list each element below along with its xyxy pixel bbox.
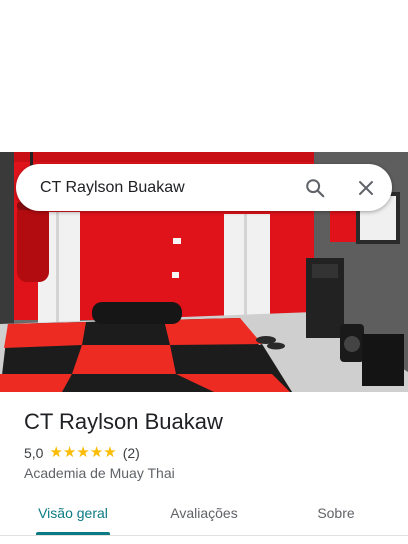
rating-value: 5,0 bbox=[24, 445, 44, 461]
search-bar[interactable]: CT Raylson Buakaw bbox=[16, 164, 392, 211]
tab-overview[interactable]: Visão geral bbox=[34, 490, 112, 534]
search-query-text[interactable]: CT Raylson Buakaw bbox=[40, 164, 185, 211]
close-icon[interactable] bbox=[353, 175, 379, 201]
rating-stars: ★ ★ ★ ★ ★ bbox=[49, 445, 116, 461]
review-count[interactable]: (2) bbox=[123, 445, 140, 461]
star-icon: ★ bbox=[76, 444, 90, 461]
tab-reviews[interactable]: Avaliações bbox=[164, 490, 244, 534]
search-icon[interactable] bbox=[302, 175, 328, 201]
star-icon: ★ bbox=[49, 444, 63, 461]
tab-about[interactable]: Sobre bbox=[310, 490, 362, 534]
star-icon: ★ bbox=[89, 444, 104, 461]
star-icon: ★ bbox=[103, 444, 117, 461]
place-category[interactable]: Academia de Muay Thai bbox=[24, 465, 175, 481]
star-icon: ★ bbox=[62, 444, 77, 461]
place-tabs: Visão geral Avaliações Sobre bbox=[0, 490, 408, 544]
place-title: CT Raylson Buakaw bbox=[24, 409, 223, 434]
rating-row[interactable]: 5,0 ★ ★ ★ ★ ★ (2) bbox=[24, 444, 140, 462]
tabs-divider bbox=[0, 535, 408, 536]
